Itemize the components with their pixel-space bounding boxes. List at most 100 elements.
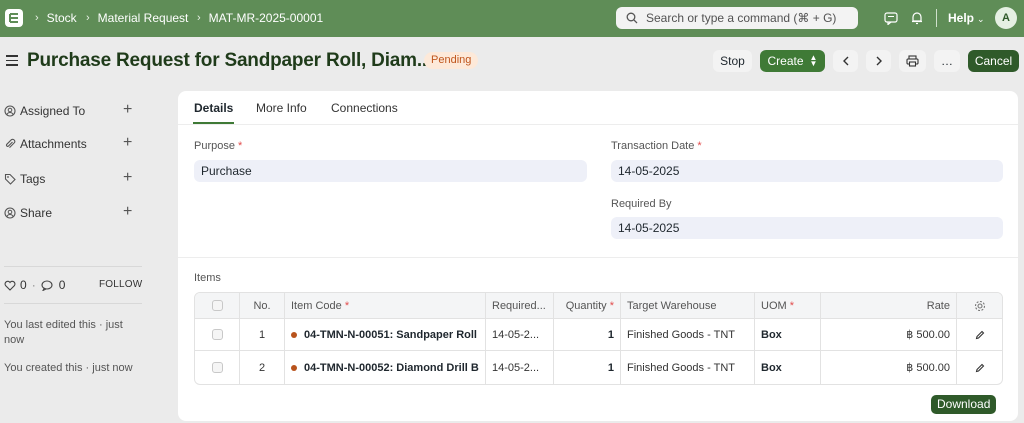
field-label: Transaction Date: [611, 140, 695, 152]
download-button[interactable]: Download: [931, 395, 997, 414]
row-checkbox[interactable]: [211, 362, 223, 373]
tab-more-info[interactable]: More Info: [256, 101, 307, 115]
rate-cell[interactable]: ฿ 500.00: [821, 351, 957, 384]
comment-icon[interactable]: [41, 279, 53, 291]
purpose-field[interactable]: Purchase: [194, 160, 587, 182]
paperclip-icon: [5, 138, 16, 148]
sidebar-item-label[interactable]: Share: [20, 206, 52, 220]
sidebar-item-attachments[interactable]: Attachments: [4, 137, 87, 151]
more-actions-button[interactable]: …: [934, 50, 960, 72]
table-header-row: No. Item Code * Required... Quantity * T…: [195, 293, 1002, 319]
required-marker: *: [697, 140, 702, 152]
previous-record-button[interactable]: [833, 50, 858, 72]
quantity-cell[interactable]: 1: [554, 351, 621, 384]
chevron-right-icon: [876, 56, 882, 66]
create-button-label[interactable]: Create: [768, 54, 804, 68]
help-menu[interactable]: Help ⌄: [948, 11, 985, 25]
chevron-right-icon: ›: [35, 12, 39, 24]
next-record-button[interactable]: [866, 50, 891, 72]
row-checkbox[interactable]: [211, 329, 223, 340]
pencil-icon[interactable]: [975, 363, 985, 373]
chevron-right-icon: ›: [197, 12, 201, 24]
sidebar-item-label[interactable]: Assigned To: [20, 104, 85, 118]
printer-icon: [906, 55, 919, 67]
tab-connections[interactable]: Connections: [331, 101, 398, 115]
add-attachment-icon[interactable]: +: [123, 135, 132, 151]
app-logo-icon[interactable]: [5, 9, 23, 27]
add-assignment-icon[interactable]: +: [123, 102, 132, 118]
item-code-value[interactable]: 04-TMN-N-00051: Sandpaper Roll: [304, 329, 477, 341]
notification-bell-icon[interactable]: [909, 10, 925, 26]
column-header-rate: Rate: [821, 293, 957, 318]
last-edited-note: You last edited this · just now: [4, 319, 123, 346]
column-header-label: UOM: [761, 299, 787, 312]
gear-icon[interactable]: [974, 300, 986, 312]
required-marker: *: [789, 299, 795, 312]
chat-icon[interactable]: [883, 10, 899, 26]
rate-cell[interactable]: ฿ 500.00: [821, 319, 957, 350]
breadcrumb-material-request[interactable]: › Material Request: [86, 11, 188, 25]
status-dot: [291, 331, 297, 338]
breadcrumb-label[interactable]: MAT-MR-2025-00001: [209, 11, 324, 25]
table-row[interactable]: 2 04-TMN-N-00052: Diamond Drill B 14-05-…: [195, 351, 1002, 384]
breadcrumb-document[interactable]: › MAT-MR-2025-00001: [197, 11, 323, 25]
item-code-cell[interactable]: 04-TMN-N-00051: Sandpaper Roll: [285, 319, 486, 350]
top-navbar: › Stock › Material Request › MAT-MR-2025…: [0, 0, 1024, 37]
row-select-cell: [195, 319, 240, 350]
select-all-checkbox[interactable]: [211, 300, 223, 311]
required-by-cell[interactable]: 14-05-2...: [486, 351, 554, 384]
required-by-field[interactable]: 14-05-2025: [611, 217, 1003, 239]
sidebar-item-label[interactable]: Tags: [20, 172, 45, 186]
breadcrumb-label[interactable]: Material Request: [98, 11, 189, 25]
uom-cell[interactable]: Box: [755, 319, 821, 350]
add-tag-icon[interactable]: +: [123, 170, 132, 186]
chevron-left-icon: [842, 56, 848, 66]
sidebar-item-assigned-to[interactable]: Assigned To: [4, 104, 85, 118]
page-title: Purchase Request for Sandpaper Roll, Dia…: [27, 50, 433, 71]
help-label[interactable]: Help: [948, 11, 974, 25]
print-button[interactable]: [899, 50, 926, 72]
created-note: You created this · just now: [4, 362, 133, 374]
sidebar-item-tags[interactable]: Tags: [4, 172, 45, 186]
item-code-cell[interactable]: 04-TMN-N-00052: Diamond Drill B: [285, 351, 486, 384]
add-share-icon[interactable]: +: [123, 204, 132, 220]
items-section-label: Items: [194, 272, 221, 284]
row-edit-cell: [957, 319, 1002, 350]
search-bar[interactable]: Search or type a command (⌘ + G): [616, 7, 858, 29]
chevron-right-icon: ›: [86, 12, 90, 24]
column-settings-cell: [957, 293, 1002, 318]
quantity-cell[interactable]: 1: [554, 319, 621, 350]
heart-icon[interactable]: [4, 280, 16, 291]
chevron-updown-icon: ▲ ▼: [809, 53, 818, 68]
sidebar-item-share[interactable]: Share: [4, 206, 52, 220]
breadcrumb-label[interactable]: Stock: [47, 11, 77, 25]
pencil-icon[interactable]: [975, 330, 985, 340]
required-by-cell[interactable]: 14-05-2...: [486, 319, 554, 350]
target-warehouse-cell[interactable]: Finished Goods - TNT: [621, 319, 755, 350]
breadcrumb-stock[interactable]: › Stock: [35, 11, 77, 25]
like-count: 0: [20, 278, 27, 292]
item-code-value[interactable]: 04-TMN-N-00052: Diamond Drill B: [304, 362, 479, 374]
sidebar-divider: [4, 266, 142, 267]
cancel-button[interactable]: Cancel: [968, 50, 1019, 72]
stop-button[interactable]: Stop: [713, 50, 752, 72]
status-dot: [291, 364, 297, 371]
search-placeholder: Search or type a command (⌘ + G): [646, 11, 837, 25]
stats-separator: ·: [31, 278, 36, 292]
section-divider: [178, 257, 1018, 258]
assign-icon: [4, 105, 16, 117]
sidebar-toggle-icon[interactable]: [6, 55, 18, 67]
table-row[interactable]: 1 04-TMN-N-00051: Sandpaper Roll 14-05-2…: [195, 319, 1002, 351]
avatar[interactable]: A: [995, 7, 1017, 29]
target-warehouse-cell[interactable]: Finished Goods - TNT: [621, 351, 755, 384]
select-all-cell: [195, 293, 240, 318]
create-button[interactable]: Create ▲ ▼: [760, 50, 825, 72]
follow-button[interactable]: FOLLOW: [99, 279, 142, 290]
chevron-down-icon: ⌄: [977, 14, 985, 24]
sidebar-item-label[interactable]: Attachments: [20, 137, 87, 151]
form-card: Details More Info Connections Purpose * …: [178, 91, 1018, 421]
transaction-date-field[interactable]: 14-05-2025: [611, 160, 1003, 182]
uom-cell[interactable]: Box: [755, 351, 821, 384]
required-by-label: Required By: [611, 198, 672, 210]
tab-details[interactable]: Details: [194, 101, 233, 115]
